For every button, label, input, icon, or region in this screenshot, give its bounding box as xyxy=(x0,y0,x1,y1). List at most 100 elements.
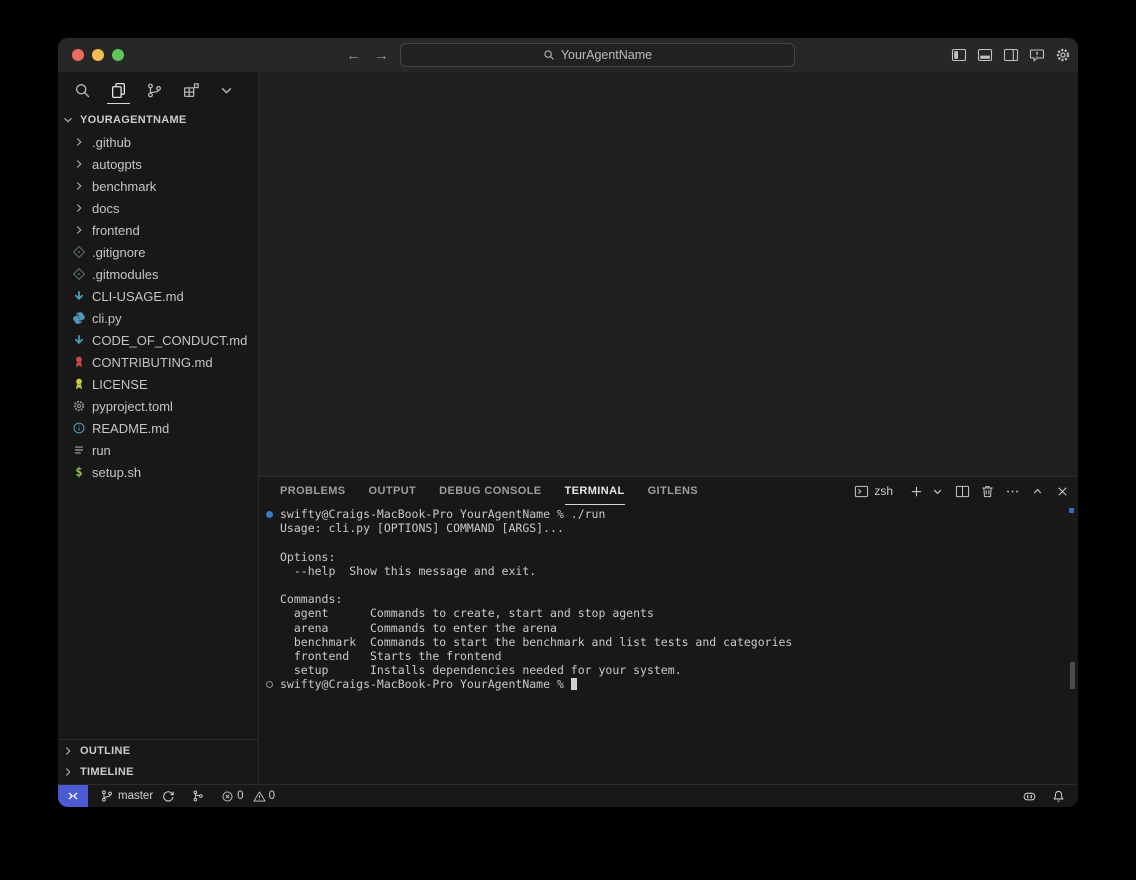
error-count: 0 xyxy=(237,790,243,802)
remote-indicator-button[interactable] xyxy=(58,785,88,807)
file-name: setup.sh xyxy=(92,465,141,480)
terminal-scrollbar-thumb[interactable] xyxy=(1070,662,1075,689)
file-name: CLI-USAGE.md xyxy=(92,289,184,304)
chevron-right-icon xyxy=(71,222,87,238)
tree-folder-item[interactable]: benchmark xyxy=(58,175,258,197)
warning-icon xyxy=(253,790,266,803)
file-name: .gitmodules xyxy=(92,267,158,282)
branch-name: master xyxy=(118,790,153,802)
toggle-sidebar-left-icon[interactable] xyxy=(951,47,967,63)
terminal-line: arena Commands to enter the arena xyxy=(280,621,1064,635)
sidebar-sections: OUTLINE TIMELINE xyxy=(58,739,258,784)
terminal-line: frontend Starts the frontend xyxy=(280,649,1064,663)
command-success-decoration[interactable] xyxy=(266,511,273,518)
tree-file-item[interactable]: pyproject.toml xyxy=(58,395,258,417)
terminal-line: swifty@Craigs-MacBook-Pro YourAgentName … xyxy=(280,507,1064,521)
terminal-line: swifty@Craigs-MacBook-Pro YourAgentName … xyxy=(280,677,1064,691)
terminal-content[interactable]: swifty@Craigs-MacBook-Pro YourAgentName … xyxy=(259,505,1078,784)
terminal-shell-tab[interactable]: zsh xyxy=(853,483,893,499)
close-window-button[interactable] xyxy=(72,49,84,61)
terminal-text: agent Commands to create, start and stop… xyxy=(280,606,654,620)
git-branch-status[interactable]: master xyxy=(96,785,157,807)
panel-tab-terminal[interactable]: TERMINAL xyxy=(565,477,625,505)
tree-file-item[interactable]: CONTRIBUTING.md xyxy=(58,351,258,373)
terminal-text: arena Commands to enter the arena xyxy=(280,621,557,635)
timeline-section-header[interactable]: TIMELINE xyxy=(58,761,258,782)
panel-tab-output[interactable]: OUTPUT xyxy=(369,477,417,505)
panel-tabs: PROBLEMS OUTPUT DEBUG CONSOLE TERMINAL GITLE… xyxy=(280,477,698,505)
command-center-search[interactable]: YourAgentName xyxy=(400,43,795,67)
chevron-down-icon[interactable] xyxy=(218,78,235,102)
file-name: .gitignore xyxy=(92,245,145,260)
terminal-text: benchmark Commands to start the benchmar… xyxy=(280,635,792,649)
terminal-line: Options: xyxy=(280,550,1064,564)
tree-file-item[interactable]: CLI-USAGE.md xyxy=(58,285,258,307)
feedback-icon[interactable] xyxy=(1029,47,1045,63)
file-name: CODE_OF_CONDUCT.md xyxy=(92,333,247,348)
terminal-text: Options: xyxy=(280,550,335,564)
activity-bar xyxy=(58,72,258,108)
split-terminal-icon[interactable] xyxy=(954,483,970,499)
source-control-icon[interactable] xyxy=(146,78,163,102)
search-text: YourAgentName xyxy=(561,48,652,62)
tree-file-item[interactable]: .gitignore xyxy=(58,241,258,263)
panel-tab-problems[interactable]: PROBLEMS xyxy=(280,477,346,505)
commit-graph-button[interactable] xyxy=(187,785,209,807)
git-icon xyxy=(71,244,87,260)
ribbon-red-icon xyxy=(71,354,87,370)
tree-folder-item[interactable]: .github xyxy=(58,131,258,153)
terminal-text: --help Show this message and exit. xyxy=(280,564,536,578)
forward-arrow-icon[interactable]: → xyxy=(374,47,389,64)
terminal-text: swifty@Craigs-MacBook-Pro YourAgentName … xyxy=(280,507,605,521)
git-icon xyxy=(71,266,87,282)
tree-file-item[interactable]: .gitmodules xyxy=(58,263,258,285)
tree-file-item[interactable]: LICENSE xyxy=(58,373,258,395)
extensions-icon[interactable] xyxy=(182,78,199,102)
maximize-panel-chevron-icon[interactable] xyxy=(1029,483,1045,499)
terminal-line xyxy=(280,578,1064,592)
tree-file-item[interactable]: cli.py xyxy=(58,307,258,329)
terminal-box-icon xyxy=(853,483,869,499)
terminal-text: Commands: xyxy=(280,592,342,606)
tree-file-item[interactable]: $setup.sh xyxy=(58,461,258,483)
tree-folder-item[interactable]: frontend xyxy=(58,219,258,241)
sync-changes-button[interactable] xyxy=(157,785,179,807)
warning-count: 0 xyxy=(269,790,275,802)
toggle-panel-icon[interactable] xyxy=(977,47,993,63)
markdown-icon xyxy=(71,288,87,304)
search-icon[interactable] xyxy=(74,78,91,102)
minimize-window-button[interactable] xyxy=(92,49,104,61)
new-terminal-plus-icon[interactable] xyxy=(908,483,924,499)
panel-header: PROBLEMS OUTPUT DEBUG CONSOLE TERMINAL GITLE… xyxy=(259,477,1078,505)
more-actions-icon[interactable] xyxy=(1004,483,1020,499)
tree-file-item[interactable]: CODE_OF_CONDUCT.md xyxy=(58,329,258,351)
terminal-line: setup Installs dependencies needed for y… xyxy=(280,663,1064,677)
terminal-text: swifty@Craigs-MacBook-Pro YourAgentName … xyxy=(280,677,571,691)
panel-tab-debug-console[interactable]: DEBUG CONSOLE xyxy=(439,477,541,505)
kill-terminal-trash-icon[interactable] xyxy=(979,483,995,499)
terminal-line xyxy=(280,535,1064,549)
outline-section-header[interactable]: OUTLINE xyxy=(58,740,258,761)
tree-file-item[interactable]: run xyxy=(58,439,258,461)
back-arrow-icon[interactable]: ← xyxy=(346,47,361,64)
bell-icon[interactable] xyxy=(1051,789,1066,804)
error-icon xyxy=(221,790,234,803)
file-explorer-tree: YOURAGENTNAME.githubautogptsbenchmarkdoc… xyxy=(58,108,258,739)
tree-folder-item[interactable]: autogpts xyxy=(58,153,258,175)
problems-status[interactable]: 0 0 xyxy=(221,790,281,803)
panel-tab-gitlens[interactable]: GITLENS xyxy=(648,477,698,505)
markdown-icon xyxy=(71,332,87,348)
tree-file-item[interactable]: README.md xyxy=(58,417,258,439)
editor-area[interactable] xyxy=(259,72,1078,476)
explorer-root-folder[interactable]: YOURAGENTNAME xyxy=(58,109,258,131)
zoom-window-button[interactable] xyxy=(112,49,124,61)
settings-gear-icon[interactable] xyxy=(1055,47,1071,63)
close-panel-icon[interactable] xyxy=(1054,483,1070,499)
terminal-dropdown-chevron-icon[interactable] xyxy=(929,483,945,499)
copilot-icon[interactable] xyxy=(1022,789,1037,804)
tree-folder-item[interactable]: docs xyxy=(58,197,258,219)
file-name: README.md xyxy=(92,421,169,436)
toggle-sidebar-right-icon[interactable] xyxy=(1003,47,1019,63)
files-icon[interactable] xyxy=(110,78,127,102)
command-prompt-decoration[interactable] xyxy=(266,681,273,688)
